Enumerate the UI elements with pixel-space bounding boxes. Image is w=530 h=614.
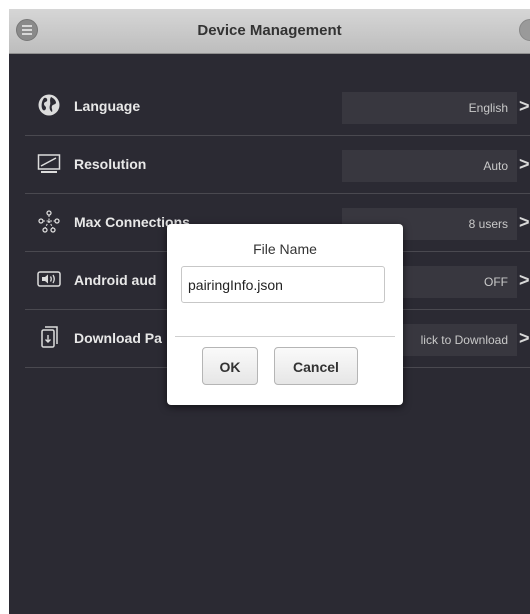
- title-bar: Device Management: [9, 9, 530, 54]
- ok-button[interactable]: OK: [202, 347, 258, 385]
- monitor-icon: [37, 151, 61, 175]
- download-icon: [37, 325, 61, 349]
- dialog-title: File Name: [253, 241, 317, 257]
- setting-label: Language: [74, 98, 141, 114]
- setting-value[interactable]: Auto: [342, 150, 517, 182]
- network-icon: [37, 209, 61, 233]
- setting-value[interactable]: English: [342, 92, 517, 124]
- cancel-button[interactable]: Cancel: [274, 347, 358, 385]
- file-name-input[interactable]: [181, 266, 385, 303]
- setting-label: Android aud: [74, 272, 157, 288]
- setting-label: Resolution: [74, 156, 147, 172]
- chevron-right-icon[interactable]: >: [519, 136, 530, 193]
- chevron-right-icon[interactable]: >: [519, 78, 530, 135]
- file-name-dialog: File Name OK Cancel: [167, 224, 403, 405]
- dialog-divider: [175, 336, 395, 337]
- chevron-right-icon[interactable]: >: [519, 310, 530, 367]
- setting-row-resolution[interactable]: Resolution Auto >: [25, 136, 530, 194]
- chevron-right-icon[interactable]: >: [519, 194, 530, 251]
- speaker-icon: [37, 267, 61, 291]
- setting-label: Download Pa: [74, 330, 162, 346]
- chevron-right-icon[interactable]: >: [519, 252, 530, 309]
- globe-icon: [37, 93, 61, 117]
- page-title: Device Management: [197, 22, 342, 39]
- setting-row-language[interactable]: Language English >: [25, 78, 530, 136]
